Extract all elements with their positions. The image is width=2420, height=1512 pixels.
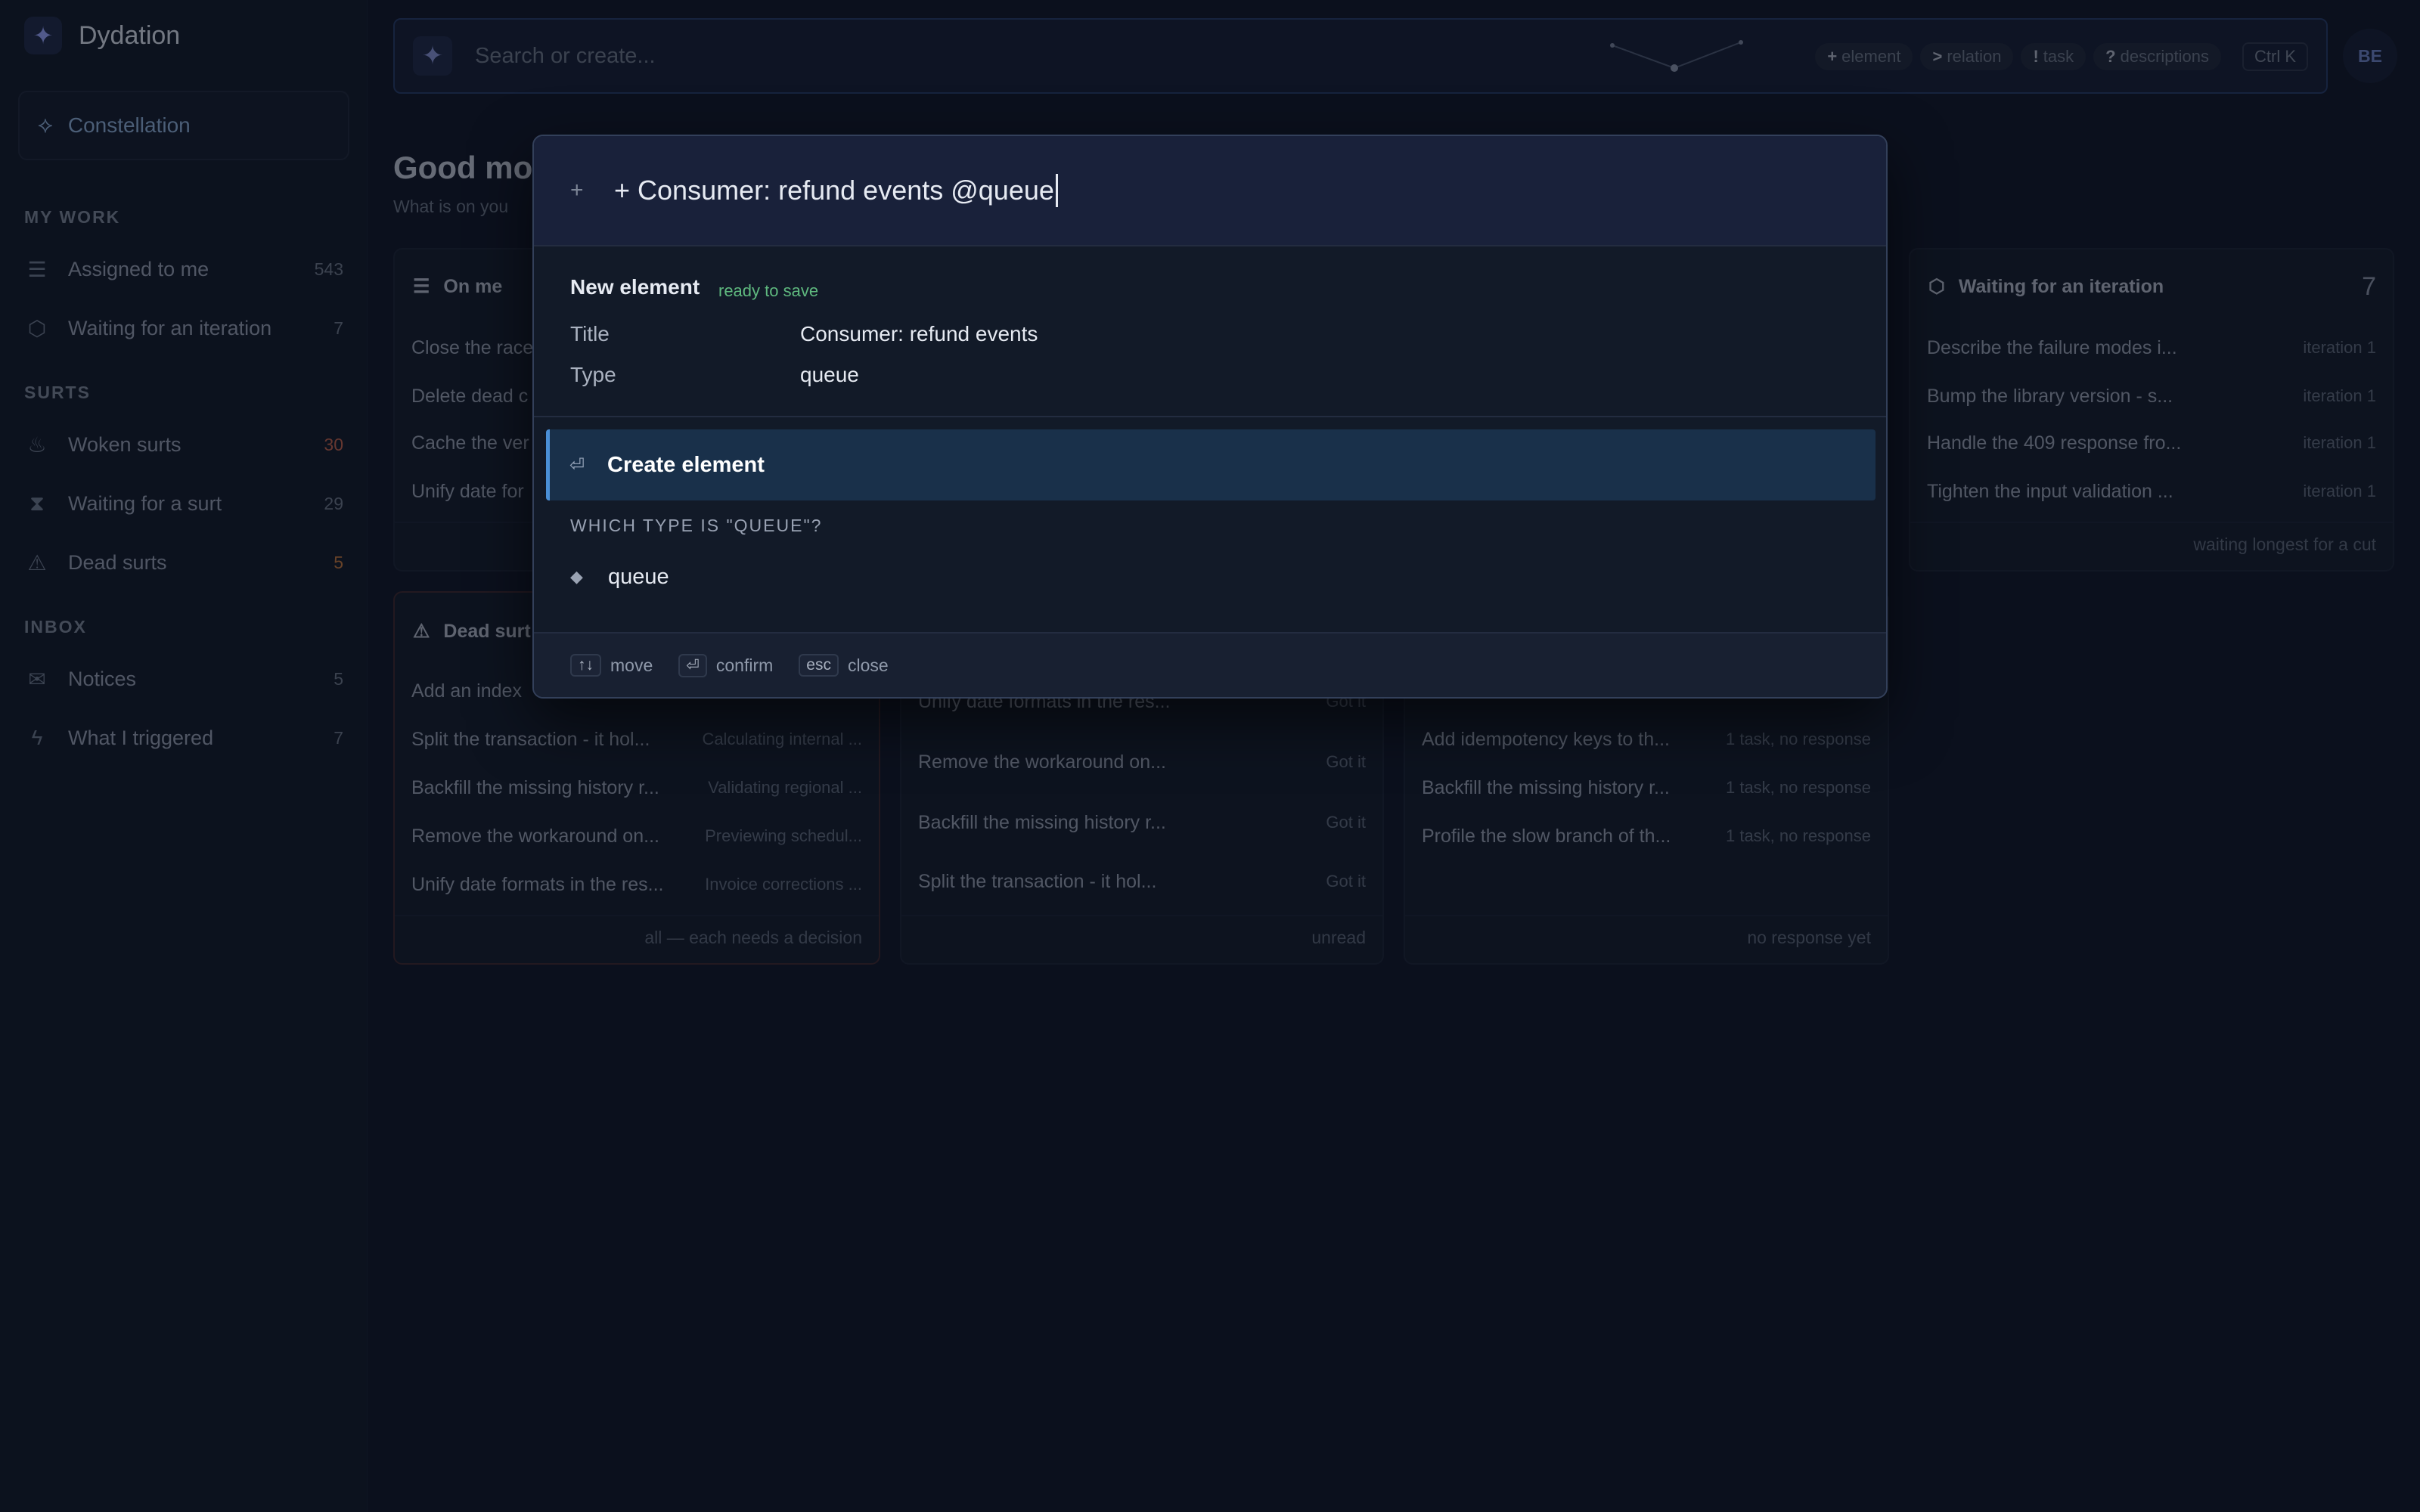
type-option-queue[interactable]: ◆ queue [570, 550, 669, 603]
field-value-type: queue [800, 363, 859, 386]
type-section-title: WHICH TYPE IS "QUEUE"? [570, 516, 823, 535]
hint-confirm: ⏎ confirm [678, 653, 773, 677]
create-element-button[interactable]: ⏎ Create element [546, 429, 1876, 500]
field-label-title: Title [570, 322, 610, 345]
hint-move: ↑↓ move [570, 654, 653, 677]
option-label: queue [608, 564, 669, 589]
modal-footer: ↑↓ move ⏎ confirm esc close [534, 632, 1886, 697]
field-label-type: Type [570, 363, 616, 386]
command-palette: + + Consumer: refund events @queue New e… [532, 135, 1888, 699]
diamond-icon: ◆ [570, 567, 583, 586]
field-value-title: Consumer: refund events [800, 322, 1038, 345]
command-input-area[interactable]: + + Consumer: refund events @queue [534, 136, 1886, 246]
new-element-heading: New element [570, 275, 700, 299]
command-input[interactable]: + Consumer: refund events @queue [614, 174, 1058, 207]
plus-icon: + [570, 178, 584, 203]
hint-close: esc close [799, 654, 889, 677]
action-label: Create element [607, 452, 765, 477]
status-badge: ready to save [718, 281, 819, 300]
enter-icon: ⏎ [569, 454, 585, 476]
